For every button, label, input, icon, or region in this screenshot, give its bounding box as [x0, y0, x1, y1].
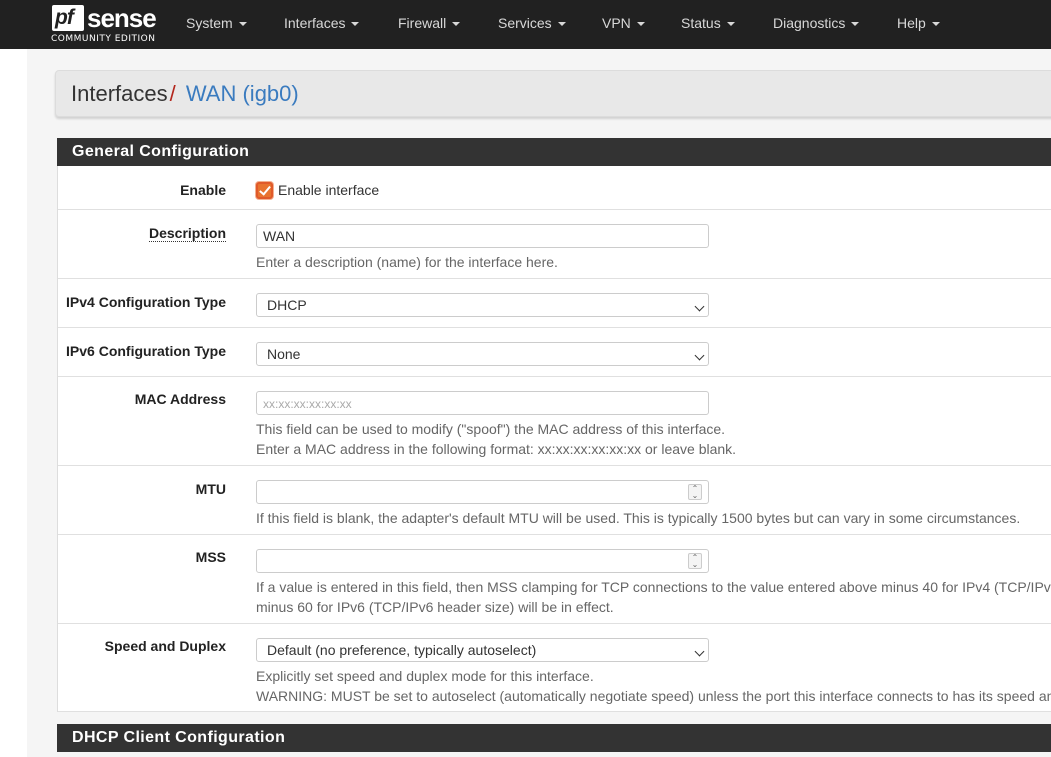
- page-title: Interfaces/ WAN (igb0): [71, 81, 299, 107]
- mac-address-help: This field can be used to modify ("spoof…: [256, 421, 726, 437]
- breadcrumb-current-link[interactable]: WAN (igb0): [186, 81, 299, 106]
- nav-label: Diagnostics: [773, 15, 846, 31]
- nav-system[interactable]: System: [186, 13, 247, 33]
- chevron-down-icon: [694, 350, 705, 361]
- nav-label: VPN: [602, 15, 631, 31]
- mac-address-input[interactable]: xx:xx:xx:xx:xx:xx: [256, 391, 709, 415]
- nav-label: Interfaces: [284, 15, 346, 31]
- mtu-label: MTU: [195, 481, 226, 497]
- caret-down-icon: [851, 22, 860, 27]
- general-config-heading: General Configuration: [57, 138, 1051, 166]
- nav-label: Firewall: [398, 15, 447, 31]
- logo-edition: COMMUNITY EDITION: [51, 34, 156, 44]
- nav-vpn[interactable]: VPN: [602, 13, 645, 33]
- left-gutter: [0, 49, 27, 757]
- mtu-input[interactable]: ⌃ ⌄: [256, 480, 709, 504]
- enable-checkbox-label[interactable]: Enable interface: [278, 182, 379, 198]
- mtu-help: If this field is blank, the adapter's de…: [256, 510, 1021, 526]
- row-mac-address: MAC Address xx:xx:xx:xx:xx:xx This field…: [58, 377, 1051, 466]
- speed-duplex-label: Speed and Duplex: [104, 638, 226, 654]
- enable-label: Enable: [180, 182, 226, 198]
- ipv4-type-label: IPv4 Configuration Type: [66, 294, 226, 310]
- row-ipv6-type: IPv6 Configuration Type None: [58, 328, 1051, 377]
- dhcp-client-config-heading: DHCP Client Configuration: [57, 724, 1051, 752]
- mss-help: If a value is entered in this field, the…: [256, 579, 1051, 595]
- nav-label: Services: [498, 15, 552, 31]
- nav-firewall[interactable]: Firewall: [398, 13, 461, 33]
- mac-address-placeholder: xx:xx:xx:xx:xx:xx: [263, 397, 352, 411]
- chevron-down-icon: [694, 301, 705, 312]
- row-speed-duplex: Speed and Duplex Default (no preference,…: [58, 624, 1051, 712]
- nav-diagnostics[interactable]: Diagnostics: [773, 13, 860, 33]
- logo-badge: pf: [52, 5, 84, 31]
- caret-down-icon: [238, 22, 247, 27]
- mss-input[interactable]: ⌃ ⌄: [256, 549, 709, 573]
- caret-down-icon: [636, 22, 645, 27]
- chevron-down-icon: [694, 646, 705, 657]
- row-ipv4-type: IPv4 Configuration Type DHCP: [58, 279, 1051, 328]
- ipv6-type-label: IPv6 Configuration Type: [66, 343, 226, 359]
- speed-duplex-help: Explicitly set speed and duplex mode for…: [256, 668, 594, 684]
- nav-services[interactable]: Services: [498, 13, 566, 33]
- caret-down-icon: [351, 22, 360, 27]
- mac-address-label: MAC Address: [134, 391, 226, 407]
- nav-label: Help: [897, 15, 926, 31]
- description-help: Enter a description (name) for the inter…: [256, 254, 558, 270]
- caret-down-icon: [557, 22, 566, 27]
- nav-label: System: [186, 15, 233, 31]
- ipv4-type-value: DHCP: [267, 297, 307, 313]
- row-mss: MSS ⌃ ⌄ If a value is entered in this fie…: [58, 535, 1051, 624]
- spinner-arrows-icon[interactable]: ⌃ ⌄: [688, 553, 702, 569]
- description-label[interactable]: Description: [148, 225, 226, 242]
- enable-checkbox[interactable]: [256, 182, 273, 199]
- general-config-panel: Enable Enable interface Description WAN …: [57, 166, 1051, 712]
- breadcrumb: Interfaces/ WAN (igb0): [55, 70, 1051, 117]
- speed-duplex-select[interactable]: Default (no preference, typically autose…: [256, 638, 709, 662]
- mac-address-format-help: Enter a MAC address in the following for…: [256, 441, 737, 457]
- caret-down-icon: [931, 22, 940, 27]
- nav-status[interactable]: Status: [681, 13, 735, 33]
- row-enable: Enable Enable interface: [58, 166, 1051, 210]
- description-value: WAN: [263, 228, 296, 244]
- caret-down-icon: [452, 22, 461, 27]
- top-navbar: pf sense COMMUNITY EDITION System Interf…: [0, 0, 1051, 49]
- nav-interfaces[interactable]: Interfaces: [284, 13, 360, 33]
- pfsense-logo[interactable]: pf sense COMMUNITY EDITION: [51, 3, 161, 46]
- ipv6-type-select[interactable]: None: [256, 342, 709, 366]
- spinner-arrows-icon[interactable]: ⌃ ⌄: [688, 484, 702, 500]
- mss-help-continued: minus 60 for IPv6 (TCP/IPv6 header size)…: [256, 599, 614, 615]
- ipv6-type-value: None: [267, 346, 301, 362]
- caret-down-icon: [726, 22, 735, 27]
- nav-help[interactable]: Help: [897, 13, 940, 33]
- logo-prefix: pf: [55, 6, 74, 29]
- mss-label: MSS: [195, 549, 226, 565]
- row-mtu: MTU ⌃ ⌄ If this field is blank, the adapt…: [58, 466, 1051, 535]
- ipv4-type-select[interactable]: DHCP: [256, 293, 709, 317]
- nav-label: Status: [681, 15, 721, 31]
- logo-name: sense: [87, 3, 157, 33]
- speed-duplex-warning: WARNING: MUST be set to autoselect (auto…: [256, 688, 1051, 704]
- row-description: Description WAN Enter a description (nam…: [58, 210, 1051, 279]
- breadcrumb-separator: /: [169, 81, 176, 106]
- breadcrumb-parent: Interfaces: [71, 81, 168, 106]
- speed-duplex-value: Default (no preference, typically autose…: [267, 642, 537, 658]
- description-input[interactable]: WAN: [256, 224, 709, 248]
